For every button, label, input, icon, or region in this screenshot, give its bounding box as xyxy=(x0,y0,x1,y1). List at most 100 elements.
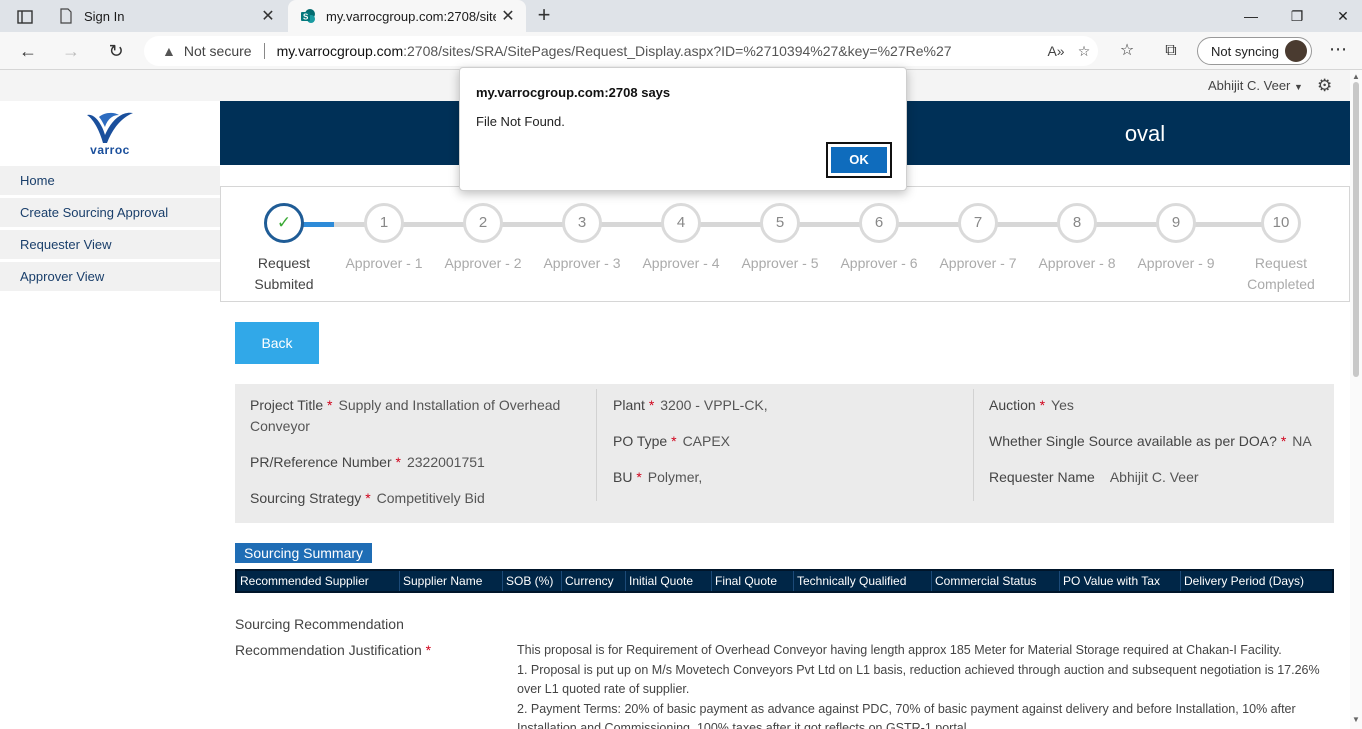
url-host: my.varrocgroup.com xyxy=(276,43,404,59)
dialog-message: File Not Found. xyxy=(476,114,565,129)
url-text[interactable]: my.varrocgroup.com:2708/sites/SRA/SitePa… xyxy=(277,43,1042,59)
profile-sync-button[interactable]: Not syncing xyxy=(1197,37,1312,65)
column-header: SOB (%) xyxy=(503,571,562,591)
sidebar-item-approver-view[interactable]: Approver View xyxy=(0,261,220,291)
restore-button[interactable]: ❐ xyxy=(1274,4,1320,28)
column-header: Currency xyxy=(562,571,626,591)
close-icon[interactable]: ✕ xyxy=(496,6,520,26)
details-column-1: Project Title * Supply and Installation o… xyxy=(235,384,595,523)
field-value: CAPEX xyxy=(682,433,731,449)
tab-request-display[interactable]: S my.varrocgroup.com:2708/sites/ ✕ xyxy=(288,0,526,32)
ok-button[interactable]: OK xyxy=(826,142,892,178)
details-column-2: Plant * 3200 - VPPL-CK, PO Type * CAPEX BU… xyxy=(596,389,973,501)
page-icon xyxy=(58,8,74,24)
step-label: Approver - 1 xyxy=(345,255,423,271)
step-label: Approver - 4 xyxy=(642,255,720,271)
logo-text: varroc xyxy=(90,143,130,157)
required-marker: * xyxy=(1039,397,1046,413)
required-marker: * xyxy=(636,469,642,485)
column-header: Supplier Name xyxy=(400,571,503,591)
tab-title: my.varrocgroup.com:2708/sites/ xyxy=(326,8,496,24)
column-header: Final Quote xyxy=(712,571,794,591)
refresh-icon[interactable]: ↻ xyxy=(103,39,129,63)
warning-icon[interactable]: ▲ xyxy=(162,43,176,59)
field-label: Project Title xyxy=(250,397,324,413)
new-tab-button[interactable]: + xyxy=(532,4,556,28)
add-favorite-icon[interactable]: ☆ xyxy=(1070,43,1098,60)
close-window-button[interactable]: ✕ xyxy=(1320,4,1362,28)
column-header: PO Value with Tax xyxy=(1060,571,1181,591)
step-request-submitted: ✓ Request Submited xyxy=(234,203,334,295)
field-value: Competitively Bid xyxy=(376,490,485,506)
varroc-logo-mark xyxy=(87,112,133,143)
step-label: Approver - 2 xyxy=(444,255,522,271)
scroll-up-icon[interactable]: ▲ xyxy=(1352,72,1360,81)
step-approver-3: 3 Approver - 3 xyxy=(532,203,632,274)
scrollbar-thumb[interactable] xyxy=(1353,82,1359,377)
favorites-icon[interactable]: ☆ xyxy=(1114,40,1140,62)
step-approver-5: 5 Approver - 5 xyxy=(730,203,830,274)
sidebar-item-requester-view[interactable]: Requester View xyxy=(0,229,220,259)
step-number: 1 xyxy=(364,203,404,243)
justification-line: 2. Payment Terms: 20% of basic payment a… xyxy=(517,701,1296,729)
dialog-title: my.varrocgroup.com:2708 says xyxy=(476,85,671,100)
forward-arrow-icon[interactable]: → xyxy=(58,39,84,63)
step-label: Request Completed xyxy=(1247,255,1315,292)
varroc-logo[interactable]: varroc xyxy=(0,101,220,165)
scroll-down-icon[interactable]: ▼ xyxy=(1352,715,1360,724)
pr-number-field: PR/Reference Number * 2322001751 xyxy=(250,452,485,473)
approval-stepper: ✓ Request Submited 1 Approver - 1 2 Appro… xyxy=(220,186,1350,302)
column-header: Initial Quote xyxy=(626,571,712,591)
tab-actions-icon xyxy=(17,10,33,24)
request-details-panel: Project Title * Supply and Installation o… xyxy=(235,384,1334,523)
tab-sign-in[interactable]: Sign In ✕ xyxy=(46,0,286,32)
minimize-button[interactable]: — xyxy=(1228,4,1274,28)
step-number: 9 xyxy=(1156,203,1196,243)
step-label: Approver - 6 xyxy=(840,255,918,271)
step-number: 4 xyxy=(661,203,701,243)
column-header: Recommended Supplier xyxy=(237,571,400,591)
required-marker: * xyxy=(671,433,677,449)
chevron-down-icon: ▼ xyxy=(1294,82,1303,92)
column-header: Technically Qualified xyxy=(794,571,932,591)
user-name: Abhijit C. Veer xyxy=(1208,78,1291,93)
requester-name-field: Requester Name Abhijit C. Veer xyxy=(989,467,1199,488)
required-marker: * xyxy=(648,397,655,413)
sidebar-item-home[interactable]: Home xyxy=(0,165,220,195)
step-number: 2 xyxy=(463,203,503,243)
step-label: Approver - 5 xyxy=(741,255,819,271)
collections-icon[interactable]: ⧉ xyxy=(1158,40,1184,62)
sourcing-summary-header: Recommended Supplier Supplier Name SOB (… xyxy=(235,569,1334,593)
step-label: Approver - 7 xyxy=(939,255,1017,271)
security-label[interactable]: Not secure xyxy=(184,43,252,59)
avatar xyxy=(1285,40,1307,62)
gear-icon[interactable]: ⚙ xyxy=(1317,76,1332,96)
close-icon[interactable]: ✕ xyxy=(256,6,280,26)
step-approver-9: 9 Approver - 9 xyxy=(1126,203,1226,274)
field-value: Abhijit C. Veer xyxy=(1109,469,1199,485)
required-marker: * xyxy=(395,454,401,470)
step-label: Request Submited xyxy=(254,255,314,292)
back-arrow-icon[interactable]: ← xyxy=(15,39,41,63)
back-button[interactable]: Back xyxy=(235,322,319,364)
field-value: NA xyxy=(1292,433,1312,449)
more-options-icon[interactable]: ⋯ xyxy=(1326,40,1350,62)
address-bar[interactable]: ▲ Not secure my.varrocgroup.com:2708/sit… xyxy=(144,36,1098,66)
justification-line: 1. Proposal is put up on M/s Movetech Co… xyxy=(517,662,1320,697)
read-aloud-icon[interactable]: A» xyxy=(1042,43,1070,59)
step-request-completed: 10 Request Completed xyxy=(1231,203,1331,295)
field-label: Auction xyxy=(989,397,1036,413)
field-label: Plant xyxy=(613,397,645,413)
sidebar-item-create-sourcing-approval[interactable]: Create Sourcing Approval xyxy=(0,197,220,227)
field-label: BU xyxy=(613,469,633,485)
sourcing-strategy-field: Sourcing Strategy * Competitively Bid xyxy=(250,488,485,509)
field-value: 3200 - VPPL-CK, xyxy=(660,397,768,413)
tab-actions-button[interactable] xyxy=(8,6,42,28)
step-label: Approver - 3 xyxy=(543,255,621,271)
step-number: 5 xyxy=(760,203,800,243)
user-menu[interactable]: Abhijit C. Veer ▼ xyxy=(1208,78,1303,93)
auction-field: Auction * Yes xyxy=(989,395,1074,416)
url-path: :2708/sites/SRA/SitePages/Request_Displa… xyxy=(403,43,952,59)
check-icon: ✓ xyxy=(264,203,304,243)
tab-title: Sign In xyxy=(84,8,125,24)
